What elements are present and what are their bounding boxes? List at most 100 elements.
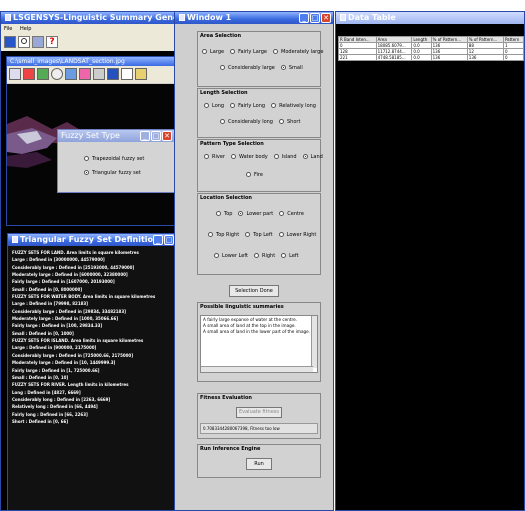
trapezoidal-option[interactable]: Trapezoidal fuzzy set	[84, 156, 144, 162]
length-relatively-long-radio[interactable]	[271, 103, 277, 108]
length-fairly-long-option[interactable]: Fairly Long	[230, 103, 265, 109]
length-fairly-long-radio[interactable]	[230, 103, 236, 108]
definitions-titlebar[interactable]: Triangular Fuzzy Set Definitions _ □	[8, 234, 176, 246]
inference-engine-title: Run Inference Engine	[200, 446, 261, 452]
data-table-title: Data Table	[348, 13, 396, 22]
menu-bar: File Help	[1, 24, 184, 34]
pattern-water-body-radio[interactable]	[230, 154, 236, 159]
open-icon[interactable]	[4, 36, 16, 48]
document-icon[interactable]	[121, 68, 133, 80]
location-right-option[interactable]: Right	[253, 253, 275, 259]
location-top-radio[interactable]	[216, 211, 221, 216]
area-large-radio[interactable]	[202, 49, 207, 54]
location-top-option[interactable]: Top	[216, 211, 232, 217]
area-moderately-large-radio[interactable]	[273, 49, 279, 54]
pen-icon[interactable]	[93, 68, 105, 80]
definition-line: Relatively long : Defined in [66, 4494]	[12, 404, 98, 410]
summaries-group: Possible linguistic summaries A fairly l…	[197, 302, 321, 382]
paint-icon[interactable]	[37, 68, 49, 80]
location-lower-part-option[interactable]: Lower part	[238, 211, 273, 217]
menu-help[interactable]: Help	[20, 26, 31, 32]
length-long-radio[interactable]	[204, 103, 209, 108]
help-icon[interactable]: ?	[46, 36, 58, 48]
location-centre-option[interactable]: Centre	[279, 211, 304, 217]
window-icon	[340, 14, 346, 21]
contrast-icon[interactable]	[9, 68, 21, 80]
area-fairly-large-radio[interactable]	[230, 49, 236, 54]
area-small-option[interactable]: Small	[280, 65, 303, 71]
length-short-radio[interactable]	[279, 119, 284, 124]
selection-done-button[interactable]: Selection Done	[229, 285, 279, 297]
location-lower-left-radio[interactable]	[214, 253, 219, 258]
location-top-right-option[interactable]: Top Right	[208, 232, 239, 238]
location-lower-left-option[interactable]: Lower Left	[214, 253, 248, 259]
pattern-fire-radio[interactable]	[246, 172, 251, 177]
area-fairly-large-option[interactable]: Fairly Large	[230, 49, 267, 55]
definition-line: Considerably large : Defined in [725000.…	[12, 352, 134, 358]
length-considerably-long-radio[interactable]	[220, 119, 225, 124]
circle-icon[interactable]	[51, 68, 63, 80]
minimize-button[interactable]: _	[140, 131, 150, 141]
data-table-titlebar[interactable]: Data Table	[336, 12, 524, 24]
window-1-titlebar[interactable]: Window 1 _ □ ✕	[175, 12, 333, 24]
location-right-radio[interactable]	[253, 253, 259, 258]
pattern-type-title: Pattern Type Selection	[200, 141, 264, 147]
area-considerably-large-option[interactable]: Considerably large	[220, 65, 275, 71]
window-icon	[12, 236, 18, 243]
length-relatively-long-option[interactable]: Relatively long	[271, 103, 316, 109]
close-button[interactable]: ✕	[162, 131, 172, 141]
pattern-river-option[interactable]: River	[204, 154, 225, 160]
area-considerably-large-radio[interactable]	[220, 65, 225, 70]
vertical-scrollbar[interactable]	[311, 316, 317, 368]
location-lower-right-radio[interactable]	[278, 232, 284, 237]
table-row[interactable]: 221 4748.58185... 0.0 136 136 0	[338, 54, 524, 61]
window-icon	[179, 14, 185, 21]
location-centre-radio[interactable]	[279, 211, 285, 216]
run-button[interactable]: Run	[246, 458, 272, 470]
horizontal-scrollbar[interactable]	[201, 366, 313, 372]
main-window-titlebar[interactable]: LSGENSYS-Linguistic Summary Generation	[1, 12, 184, 24]
triangular-option[interactable]: Triangular fuzzy set	[84, 170, 141, 176]
maximize-button[interactable]: □	[310, 13, 320, 23]
summaries-list[interactable]: A fairly large expanse of water at the c…	[200, 315, 318, 373]
location-lower-right-option[interactable]: Lower Right	[278, 232, 316, 238]
triangular-radio[interactable]	[84, 170, 89, 175]
bar-chart-icon[interactable]	[107, 68, 119, 80]
menu-file[interactable]: File	[4, 26, 12, 32]
evaluate-fitness-button[interactable]: Evaluate fitness	[236, 407, 282, 418]
pattern-land-option[interactable]: Land	[302, 154, 323, 160]
location-left-radio[interactable]	[281, 253, 287, 258]
pattern-island-option[interactable]: Island	[273, 154, 297, 160]
definition-line: Moderately large : Defined in [10, 14499…	[12, 360, 116, 366]
location-top-left-option[interactable]: Top Left	[245, 232, 273, 238]
minimize-button[interactable]: _	[299, 13, 309, 23]
location-top-right-radio[interactable]	[208, 232, 213, 237]
pattern-land-radio[interactable]	[302, 154, 308, 159]
area-large-option[interactable]: Large	[202, 49, 224, 55]
brightness-icon[interactable]	[79, 68, 91, 80]
area-moderately-large-option[interactable]: Moderately large	[273, 49, 323, 55]
pattern-water-body-option[interactable]: Water body	[230, 154, 268, 160]
location-top-left-radio[interactable]	[245, 232, 251, 237]
area-small-radio[interactable]	[280, 65, 286, 70]
save-icon[interactable]	[32, 36, 44, 48]
fuzzy-set-type-title: Fuzzy Set Type	[61, 131, 120, 140]
length-short-option[interactable]: Short	[279, 119, 300, 125]
search-icon[interactable]	[18, 36, 30, 48]
length-long-option[interactable]: Long	[204, 103, 224, 109]
maximize-button[interactable]: □	[164, 235, 174, 245]
close-button[interactable]: ✕	[321, 13, 331, 23]
fuzzy-set-type-titlebar[interactable]: Fuzzy Set Type _ □ ✕	[58, 130, 174, 142]
pattern-fire-option[interactable]: Fire	[246, 172, 263, 178]
location-lower-part-radio[interactable]	[238, 211, 244, 216]
length-considerably-long-option[interactable]: Considerably long	[220, 119, 273, 125]
minimize-button[interactable]: _	[153, 235, 163, 245]
pattern-island-radio[interactable]	[273, 154, 279, 159]
maximize-button[interactable]: □	[151, 131, 161, 141]
trapezoidal-radio[interactable]	[84, 156, 89, 161]
grid-icon[interactable]	[65, 68, 77, 80]
color-icon[interactable]	[23, 68, 35, 80]
pattern-river-radio[interactable]	[204, 154, 209, 159]
location-left-option[interactable]: Left	[281, 253, 299, 259]
layers-icon[interactable]	[135, 68, 147, 80]
